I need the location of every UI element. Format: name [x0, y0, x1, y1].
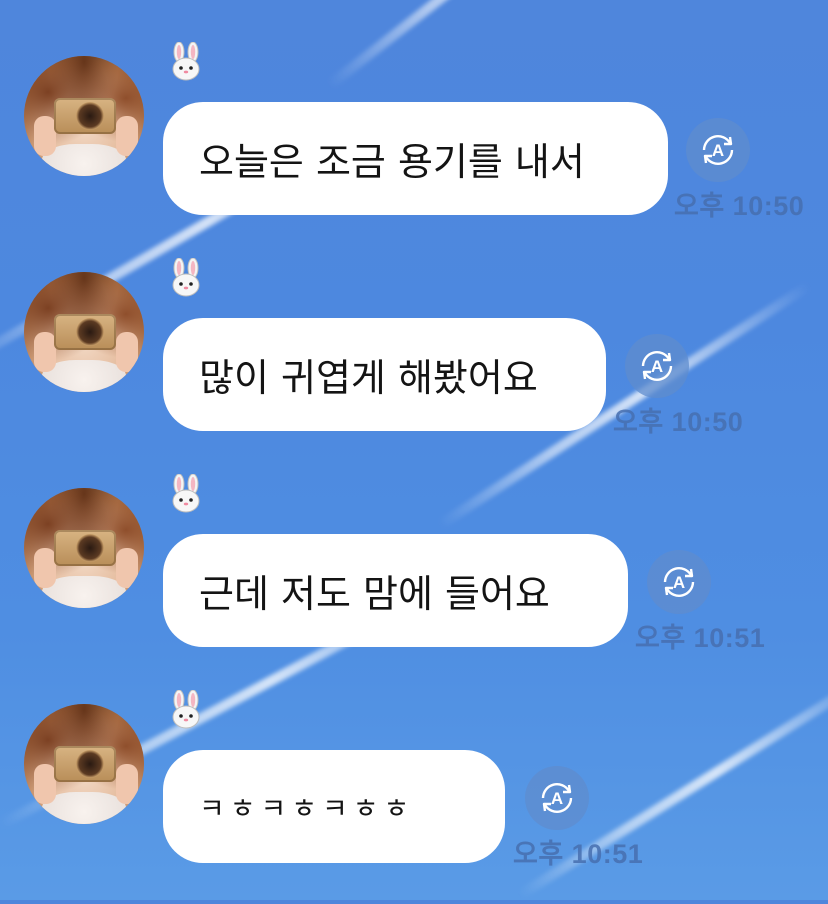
bunny-face-icon	[172, 42, 200, 81]
message-bubble[interactable]: 근데 저도 맘에 들어요	[163, 534, 628, 647]
message-time: 오후 10:50	[674, 191, 805, 221]
message-bubble[interactable]: 많이 귀엽게 해봤어요	[163, 318, 606, 431]
avatar[interactable]	[24, 488, 144, 608]
chat-message: 오늘은 조금 용기를 내서 A 오후 10:50	[0, 42, 828, 256]
svg-text:A: A	[673, 573, 685, 592]
translate-button[interactable]: A	[625, 334, 689, 398]
svg-text:A: A	[712, 141, 724, 160]
bunny-face-icon	[172, 474, 200, 513]
translate-button[interactable]: A	[686, 118, 750, 182]
translate-a-icon: A	[541, 783, 573, 813]
svg-text:A: A	[651, 357, 663, 376]
chat-message: ㅋㅎㅋㅎㅋㅎㅎ A 오후 10:51	[0, 690, 828, 904]
svg-text:A: A	[551, 789, 563, 808]
avatar[interactable]	[24, 56, 144, 176]
translate-button[interactable]: A	[647, 550, 711, 614]
message-time: 오후 10:51	[513, 839, 644, 869]
message-bubble[interactable]: 오늘은 조금 용기를 내서	[163, 102, 668, 215]
message-time: 오후 10:50	[613, 407, 744, 437]
avatar[interactable]	[24, 272, 144, 392]
message-bubble[interactable]: ㅋㅎㅋㅎㅋㅎㅎ	[163, 750, 505, 863]
chat-message: 많이 귀엽게 해봤어요 A 오후 10:50	[0, 258, 828, 472]
translate-button[interactable]: A	[525, 766, 589, 830]
bunny-face-icon	[172, 690, 200, 729]
chat-message: 근데 저도 맘에 들어요 A 오후 10:51	[0, 474, 828, 688]
translate-a-icon: A	[702, 135, 734, 165]
translate-a-icon: A	[663, 567, 695, 597]
bunny-face-icon	[172, 258, 200, 297]
avatar[interactable]	[24, 704, 144, 824]
message-time: 오후 10:51	[635, 623, 766, 653]
translate-a-icon: A	[641, 351, 673, 381]
